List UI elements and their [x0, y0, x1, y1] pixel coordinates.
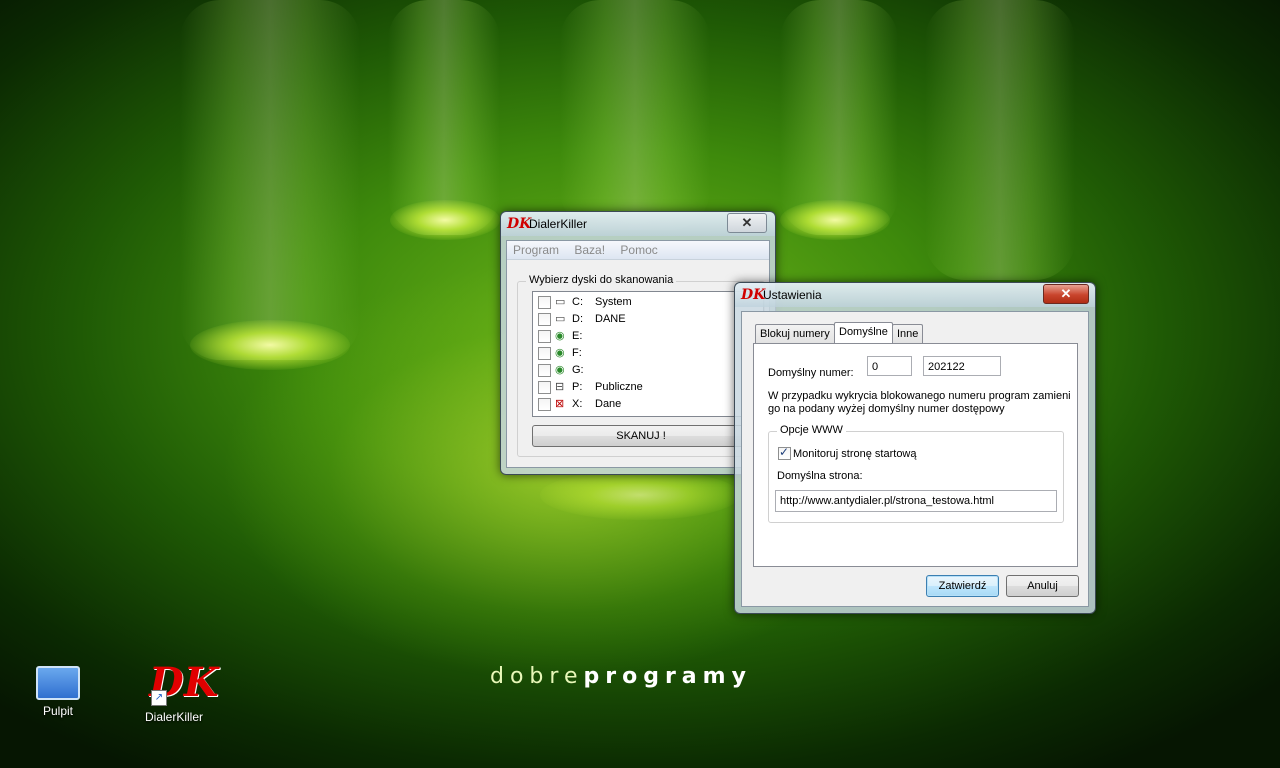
close-button[interactable]: ✕: [727, 213, 767, 233]
window-title: DialerKiller: [529, 217, 588, 231]
confirm-button[interactable]: Zatwierdź: [926, 575, 999, 597]
drive-letter: E:: [572, 330, 583, 342]
drive-label: Dane: [595, 398, 622, 410]
tab-domyslne[interactable]: Domyślne: [834, 322, 893, 343]
drive-checkbox[interactable]: [538, 347, 551, 360]
brand-bold-text: programy: [583, 664, 752, 689]
decorative-glow: [780, 200, 890, 240]
desktop-icon-label: Pulpit: [42, 704, 74, 718]
drive-letter: C:: [572, 296, 583, 308]
decorative-glow: [190, 320, 350, 370]
monitor-icon: [36, 666, 80, 700]
dialerkiller-app-icon: DK: [507, 216, 532, 232]
shortcut-arrow-icon: ↗: [151, 690, 167, 706]
cdrom-icon: ◉: [555, 364, 565, 376]
drive-checkbox[interactable]: [538, 296, 551, 309]
drive-checkbox[interactable]: [538, 313, 551, 326]
monitor-startpage-label: Monitoruj stronę startową: [793, 448, 917, 460]
drive-checkbox[interactable]: [538, 398, 551, 411]
drive-row-c[interactable]: ▭ C: System: [533, 294, 763, 311]
tab-inne[interactable]: Inne: [892, 324, 924, 343]
default-number-input[interactable]: 202122: [923, 356, 1001, 376]
drive-label: Publiczne: [595, 381, 643, 393]
default-page-label: Domyślna strona:: [777, 470, 863, 482]
drive-row-g[interactable]: ◉ G:: [533, 362, 763, 379]
drive-row-e[interactable]: ◉ E:: [533, 328, 763, 345]
decorative-light-tube: [560, 0, 710, 230]
tab-blokuj-numery[interactable]: Blokuj numery: [755, 324, 835, 343]
drive-checkbox[interactable]: [538, 330, 551, 343]
description-line-1: W przypadku wykrycia blokowanego numeru …: [768, 390, 1071, 402]
menu-bar: Program Baza! Pomoc: [507, 241, 769, 260]
decorative-light-tube: [925, 0, 1075, 280]
default-page-url-input[interactable]: http://www.antydialer.pl/strona_testowa.…: [775, 490, 1057, 512]
cancel-button[interactable]: Anuluj: [1006, 575, 1079, 597]
dialerkiller-app-icon: DK: [741, 287, 766, 303]
www-group-label: Opcje WWW: [777, 424, 846, 436]
close-button[interactable]: ✕: [1043, 284, 1089, 304]
decorative-light-tube: [180, 0, 360, 360]
default-number-label: Domyślny numer:: [768, 367, 854, 379]
hdd-icon: ▭: [555, 313, 566, 325]
tab-panel-domyslne: Domyślny numer: 0 202122 W przypadku wyk…: [753, 343, 1078, 567]
settings-client-area: Blokuj numery Domyślne Inne Domyślny num…: [741, 311, 1089, 607]
settings-titlebar[interactable]: DK Ustawienia ✕: [735, 283, 1095, 307]
desktop-icon-dialerkiller[interactable]: DK ↗ DialerKiller: [134, 659, 219, 725]
drive-checkbox[interactable]: [538, 381, 551, 394]
drive-letter: X:: [572, 398, 583, 410]
drive-row-x[interactable]: ⊠ X: Dane: [533, 396, 763, 413]
drive-row-d[interactable]: ▭ D: DANE: [533, 311, 763, 328]
drive-group-label: Wybierz dyski do skanowania: [526, 274, 677, 286]
drive-checkbox[interactable]: [538, 364, 551, 377]
scan-button[interactable]: SKANUJ !: [532, 425, 750, 447]
network-drive-icon: ⊠: [555, 398, 565, 410]
brand-wordmark: dobreprogramy: [490, 664, 752, 689]
decorative-glow: [390, 200, 500, 240]
dialerkiller-titlebar[interactable]: DK DialerKiller ✕: [501, 212, 775, 236]
dialerkiller-logo-icon: DK ↗: [149, 659, 219, 706]
desktop-icon-pulpit[interactable]: Pulpit: [18, 666, 98, 718]
hdd-icon: ▭: [555, 296, 566, 308]
brand-light-text: dobre: [490, 664, 584, 689]
menu-pomoc[interactable]: Pomoc: [620, 241, 657, 259]
default-number-prefix-input[interactable]: 0: [867, 356, 912, 376]
desktop-icon-label: DialerKiller: [144, 710, 203, 724]
settings-window: DK Ustawienia ✕ Blokuj numery Domyślne I…: [734, 282, 1096, 614]
monitor-startpage-checkbox[interactable]: [778, 445, 791, 460]
decorative-glow: [540, 470, 740, 520]
window-title: Ustawienia: [763, 288, 822, 302]
drive-label: System: [595, 296, 632, 308]
drive-label: DANE: [595, 313, 626, 325]
network-drive-icon: ⊟: [555, 381, 565, 393]
drive-list[interactable]: ▭ C: System ▭ D: DANE ◉ E: ◉ F: ◉ G: ⊟ P…: [532, 291, 764, 417]
drive-row-p[interactable]: ⊟ P: Publiczne: [533, 379, 763, 396]
menu-program[interactable]: Program: [513, 241, 559, 259]
cdrom-icon: ◉: [555, 330, 565, 342]
drive-row-f[interactable]: ◉ F:: [533, 345, 763, 362]
menu-baza[interactable]: Baza!: [574, 241, 605, 259]
dialerkiller-client-area: Program Baza! Pomoc Wybierz dyski do ska…: [506, 240, 770, 468]
drive-letter: F:: [572, 347, 582, 359]
cdrom-icon: ◉: [555, 347, 565, 359]
drive-letter: P:: [572, 381, 583, 393]
drive-letter: D:: [572, 313, 583, 325]
drive-letter: G:: [572, 364, 584, 376]
description-line-2: go na podany wyżej domyślny numer dostęp…: [768, 403, 1005, 415]
